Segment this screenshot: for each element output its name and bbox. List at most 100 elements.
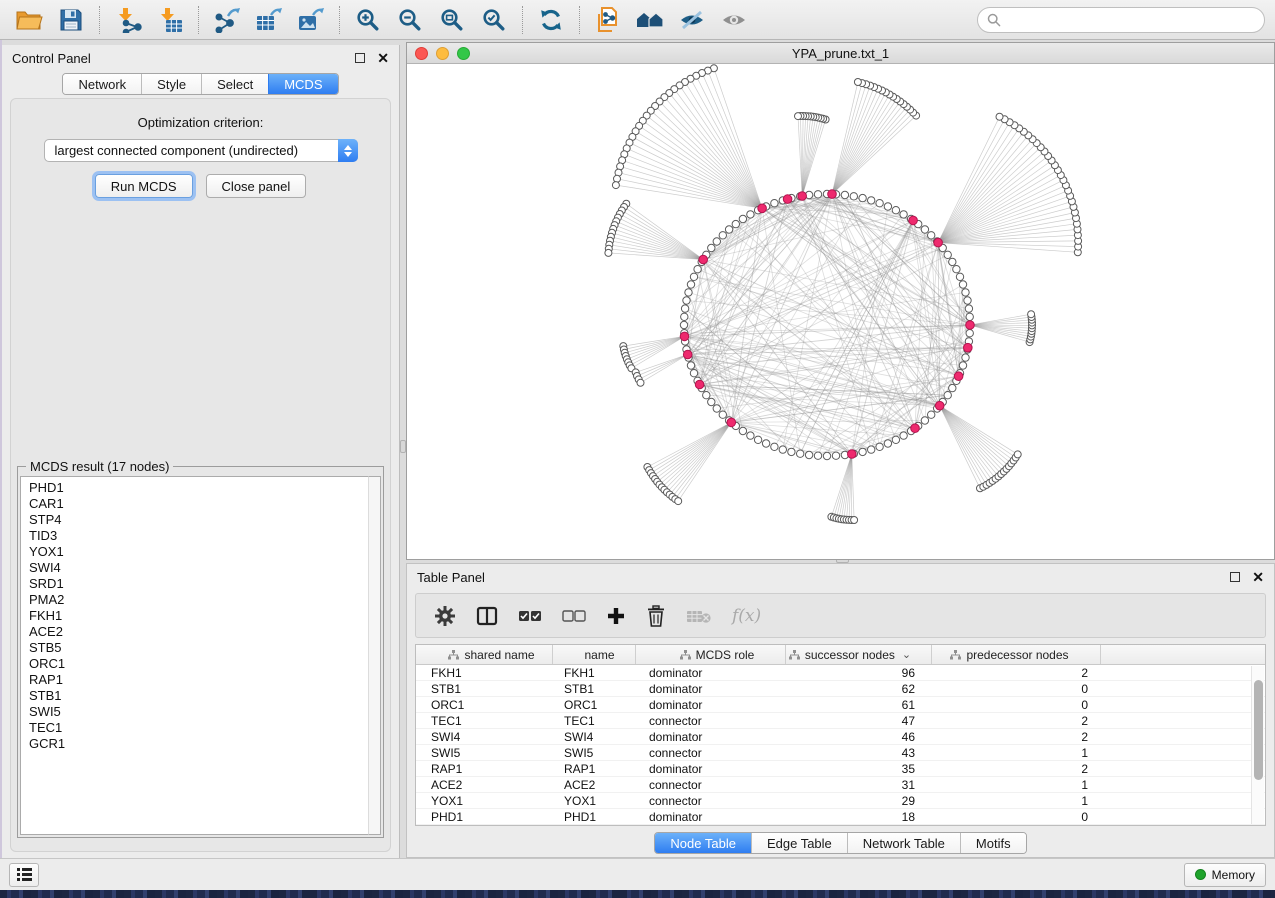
network-canvas[interactable] [407,64,1274,559]
criterion-select[interactable]: largest connected component (undirected) [44,139,358,162]
mcds-list-scrollbar[interactable] [368,476,381,835]
table-row[interactable]: STB1STB1dominator620 [416,681,1265,697]
float-panel-icon[interactable] [355,53,365,63]
column-header-successor-nodes[interactable]: successor nodes ⌄ [786,645,932,664]
mcds-result-item[interactable]: RAP1 [29,672,372,688]
mcds-result-list[interactable]: PHD1CAR1STP4TID3YOX1SWI4SRD1PMA2FKH1ACE2… [20,476,381,835]
column-header-shared-name[interactable]: shared name [416,645,553,664]
add-column-button[interactable] [606,606,626,626]
zoom-out-button[interactable] [391,4,429,36]
mcds-result-item[interactable]: PHD1 [29,480,372,496]
tab-network[interactable]: Network [63,74,141,94]
tab-network-table[interactable]: Network Table [847,833,960,853]
tab-edge-table[interactable]: Edge Table [751,833,847,853]
function-builder-button[interactable]: f(x) [732,606,761,626]
table-cell: 1 [932,745,1101,760]
search-field[interactable] [977,7,1265,33]
column-namespace-icon [680,650,691,660]
tab-style[interactable]: Style [141,74,201,94]
mcds-result-item[interactable]: STP4 [29,512,372,528]
status-bar: Memory [0,858,1275,890]
column-label: successor nodes [805,648,895,662]
column-header-mcds-role[interactable]: MCDS role [636,645,786,664]
table-cell: TEC1 [416,713,553,728]
first-neighbors-button[interactable] [631,4,669,36]
open-file-button[interactable] [10,4,48,36]
table-scrollbar-thumb[interactable] [1254,680,1263,780]
control-panel-header: Control Panel ✕ [2,45,399,71]
window-maximize-button[interactable] [457,47,470,60]
network-graph[interactable] [407,64,1274,559]
show-columns-button[interactable] [476,606,498,626]
mcds-result-item[interactable]: TEC1 [29,720,372,736]
table-row[interactable]: PHD1PHD1dominator180 [416,809,1265,825]
run-mcds-button[interactable]: Run MCDS [95,174,193,198]
optimization-criterion-label: Optimization criterion: [11,115,390,130]
export-table-button[interactable] [250,4,288,36]
table-row[interactable]: FKH1FKH1dominator962 [416,665,1265,681]
mcds-result-item[interactable]: SWI4 [29,560,372,576]
table-cell: connector [636,745,786,760]
close-panel-icon[interactable]: ✕ [1252,572,1264,582]
mcds-result-item[interactable]: STB1 [29,688,372,704]
zoom-fit-button[interactable] [433,4,471,36]
duplicate-network-button[interactable] [589,4,627,36]
table-row[interactable]: SWI5SWI5connector431 [416,745,1265,761]
mcds-result-item[interactable]: PMA2 [29,592,372,608]
table-scrollbar[interactable] [1251,666,1264,824]
table-row[interactable]: TEC1TEC1connector472 [416,713,1265,729]
window-minimize-button[interactable] [436,47,449,60]
mcds-result-item[interactable]: TID3 [29,528,372,544]
tab-node-table[interactable]: Node Table [655,833,751,853]
mcds-result-item[interactable]: CAR1 [29,496,372,512]
window-close-button[interactable] [415,47,428,60]
clear-table-button[interactable] [686,608,712,624]
column-namespace-icon [789,650,800,660]
show-all-button[interactable] [715,4,753,36]
table-cell: TEC1 [553,713,636,728]
mcds-result-item[interactable]: YOX1 [29,544,372,560]
mcds-result-item[interactable]: SRD1 [29,576,372,592]
tab-motifs[interactable]: Motifs [960,833,1026,853]
export-network-button[interactable] [208,4,246,36]
mcds-result-item[interactable]: ACE2 [29,624,372,640]
mcds-result-item[interactable]: STB5 [29,640,372,656]
table-row[interactable]: YOX1YOX1connector291 [416,793,1265,809]
table-row[interactable]: ORC1ORC1dominator610 [416,697,1265,713]
close-panel-button[interactable]: Close panel [206,174,307,198]
close-panel-icon[interactable]: ✕ [377,53,389,63]
status-menu-button[interactable] [9,863,39,887]
table-cell: 2 [932,713,1101,728]
memory-button[interactable]: Memory [1184,863,1266,887]
deselect-all-button[interactable] [562,610,586,622]
mcds-result-item[interactable]: ORC1 [29,656,372,672]
search-input[interactable] [1007,12,1255,27]
mcds-result-item[interactable]: FKH1 [29,608,372,624]
mcds-result-item[interactable]: GCR1 [29,736,372,752]
table-row[interactable]: RAP1RAP1dominator352 [416,761,1265,777]
export-image-button[interactable] [292,4,330,36]
save-session-button[interactable] [52,4,90,36]
select-all-button[interactable] [518,610,542,622]
delete-column-button[interactable] [646,605,666,627]
column-header-predecessor-nodes[interactable]: predecessor nodes [932,645,1101,664]
tab-select[interactable]: Select [201,74,268,94]
table-cell: dominator [636,681,786,696]
mcds-result-item[interactable]: SWI5 [29,704,372,720]
table-row[interactable]: ACE2ACE2connector311 [416,777,1265,793]
zoom-selected-button[interactable] [475,4,513,36]
hide-selected-button[interactable] [673,4,711,36]
float-panel-icon[interactable] [1230,572,1240,582]
column-header-name[interactable]: name [553,645,636,664]
table-cell: FKH1 [416,665,553,680]
zoom-in-button[interactable] [349,4,387,36]
tab-mcds[interactable]: MCDS [268,74,337,94]
import-network-button[interactable] [109,4,147,36]
refresh-view-button[interactable] [532,4,570,36]
table-row[interactable]: SWI4SWI4dominator462 [416,729,1265,745]
import-table-button[interactable] [151,4,189,36]
table-cell: RAP1 [553,761,636,776]
table-settings-button[interactable] [434,605,456,627]
table-cell: ORC1 [416,697,553,712]
table-cell: 35 [786,761,932,776]
